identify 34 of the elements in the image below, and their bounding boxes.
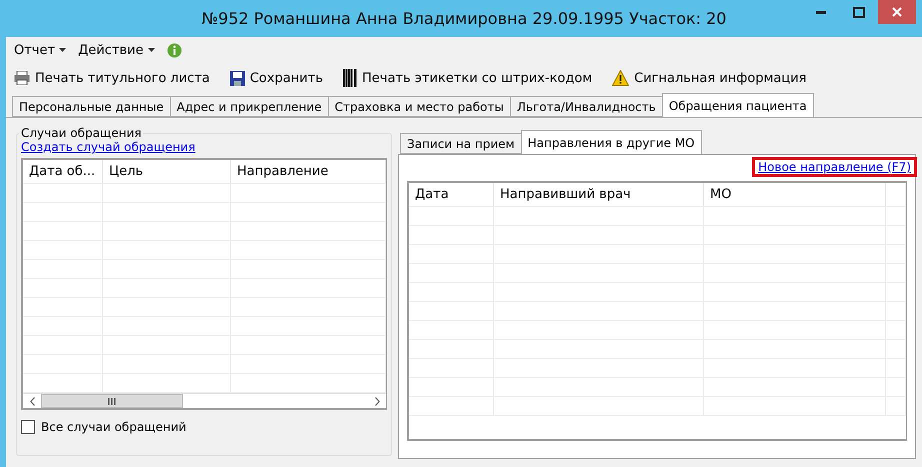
all-cases-checkbox[interactable]: Все случаи обращений (21, 420, 387, 434)
window-title: №952 Романшина Анна Владимировна 29.09.1995 Участок: 20 (202, 9, 726, 28)
tab[interactable]: Записи на прием (400, 133, 522, 154)
chevron-right-icon[interactable] (374, 396, 380, 406)
printer-icon (14, 71, 30, 85)
minimize-icon (816, 10, 826, 14)
close-icon (892, 7, 902, 17)
barcode-icon (342, 69, 357, 87)
maximize-icon (853, 6, 865, 18)
group-title: Случаи обращения (20, 126, 142, 140)
create-case-link[interactable]: Создать случай обращения (21, 140, 196, 154)
tab[interactable]: Льгота/Инвалидность (510, 96, 663, 117)
horizontal-scrollbar[interactable] (23, 393, 386, 408)
new-referral-link[interactable]: Новое направление (F7) (758, 160, 911, 174)
tab[interactable]: Адрес и прикрепление (170, 96, 329, 117)
grip-icon (108, 398, 116, 404)
tab[interactable]: Обращения пациента (662, 93, 814, 117)
tab[interactable]: Страховка и место работы (328, 96, 511, 117)
info-icon (166, 42, 182, 58)
toolbar-button[interactable]: Печать этикетки со штрих-кодом (342, 69, 592, 87)
menu-item[interactable]: Действие (78, 42, 154, 58)
tab[interactable]: Персональные данные (12, 96, 171, 117)
toolbar-button[interactable]: Сигнальная информация (612, 70, 806, 86)
tab[interactable]: Направления в другие МО (520, 130, 702, 154)
menu-item[interactable]: Отчет (14, 42, 66, 58)
caret-icon (148, 48, 154, 52)
toolbar-button[interactable]: Сохранить (230, 70, 323, 86)
warning-icon (612, 70, 630, 86)
checkbox-label: Все случаи обращений (41, 420, 186, 434)
close-button[interactable] (878, 0, 916, 24)
chevron-left-icon[interactable] (30, 396, 34, 406)
toolbar-button[interactable]: Печать титульного листа (14, 70, 210, 86)
checkbox[interactable] (21, 420, 35, 434)
caret-icon (59, 48, 66, 52)
